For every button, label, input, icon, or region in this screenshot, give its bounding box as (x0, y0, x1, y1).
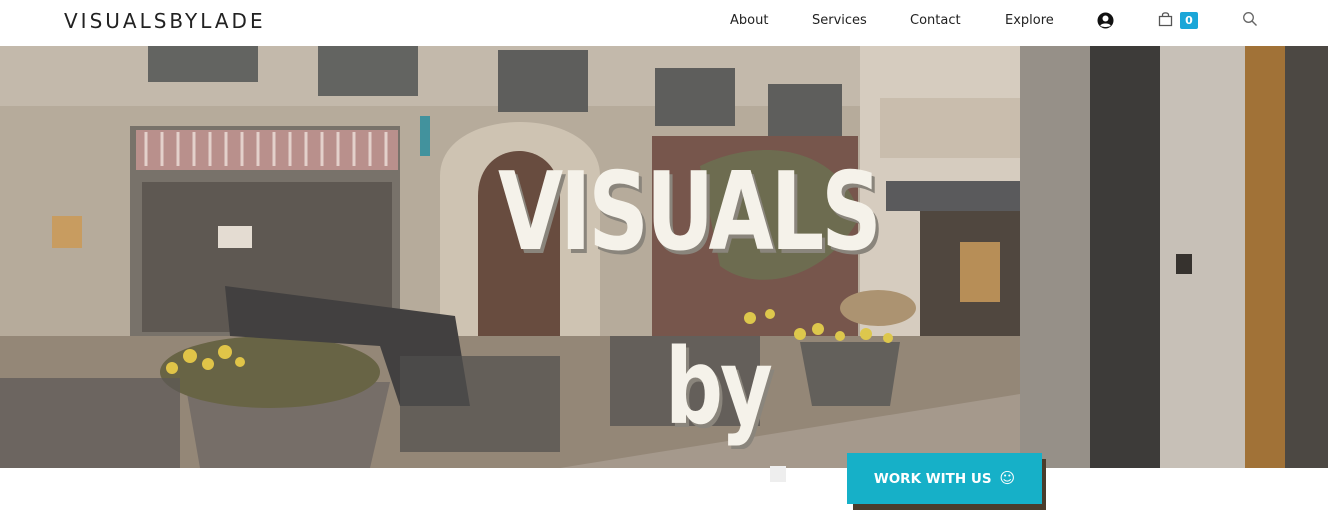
site-header: VISUALSBYLADE About Services Contact Exp… (0, 0, 1328, 46)
nav-services[interactable]: Services (812, 13, 867, 28)
nav-contact[interactable]: Contact (910, 13, 961, 28)
hero-letter-fragment (770, 466, 786, 482)
hero-title-word-by: by (665, 326, 773, 448)
shopping-bag-icon[interactable] (1158, 11, 1173, 27)
search-icon[interactable] (1242, 11, 1258, 27)
hero-banner: VISUALS by (0, 46, 1328, 468)
cta-label: WORK WITH US (873, 471, 992, 487)
site-logo[interactable]: VISUALSBYLADE (64, 9, 266, 33)
smiley-icon: ☺ (999, 469, 1016, 487)
nav-explore[interactable]: Explore (1005, 13, 1054, 28)
work-with-us-button[interactable]: WORK WITH US ☺ (847, 453, 1042, 504)
user-icon[interactable] (1097, 12, 1114, 29)
nav-about[interactable]: About (730, 13, 768, 28)
hero-title-word-visuals: VISUALS (498, 150, 882, 275)
cart-count-badge[interactable]: 0 (1180, 12, 1198, 29)
